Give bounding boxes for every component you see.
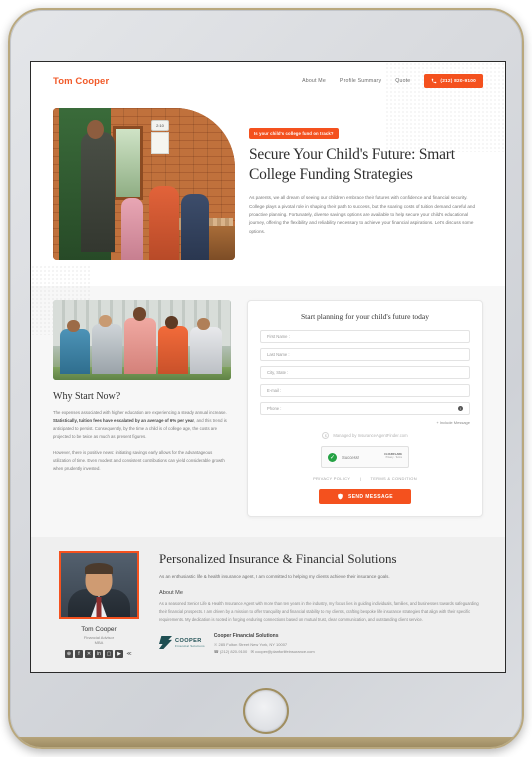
main-nav: About Me Profile Summary Quote (212) 820… xyxy=(302,74,483,88)
mail-icon: ✉ xyxy=(250,649,254,654)
phone-label: Phone : xyxy=(267,406,282,411)
instagram-icon[interactable]: ▢ xyxy=(105,650,113,658)
send-message-button[interactable]: SEND MESSAGE xyxy=(319,489,411,504)
share-icon[interactable]: ≪ xyxy=(125,650,133,658)
city-state-label: City, State : xyxy=(267,370,289,375)
why-paragraph-1: The expenses associated with higher educ… xyxy=(53,409,231,442)
info-icon[interactable]: i xyxy=(458,406,463,411)
phone-cta-button[interactable]: (212) 820-9100 xyxy=(424,74,483,88)
youtube-icon[interactable]: ▶ xyxy=(115,650,123,658)
cooper-logo-name: COOPER xyxy=(175,637,202,644)
managed-by-label: Managed by InsuranceAgentFinder.com xyxy=(333,433,408,438)
email-label: E-mail : xyxy=(267,388,282,393)
privacy-policy-link[interactable]: PRIVACY POLICY xyxy=(313,476,350,481)
managed-by-notice: $ Managed by InsuranceAgentFinder.com xyxy=(260,432,470,439)
include-message-toggle[interactable]: + Include Message xyxy=(260,420,470,425)
company-name: Cooper Financial Solutions xyxy=(213,633,279,639)
about-me-body: As a seasoned Senior Life & Health Insur… xyxy=(159,601,479,623)
about-section: Tom Cooper Financial Advisor MBA ⊕ f ✕ i… xyxy=(31,537,505,672)
company-phone-email: ☎ (212) 820-9100 ✉ cooper@planforlifeins… xyxy=(214,649,315,654)
phone-cta-label: (212) 820-9100 xyxy=(440,78,476,84)
hero-text-block: Is your child's college fund on track? S… xyxy=(249,108,483,260)
first-name-input[interactable]: First Name : xyxy=(260,330,470,343)
webpage: Tom Cooper About Me Profile Summary Quot… xyxy=(31,62,505,672)
hero-section: 2:10 Is your child's college fund on tra… xyxy=(31,100,505,335)
company-address-text: 285 Fulton Street New York, NY 10007 xyxy=(218,642,288,647)
send-message-label: SEND MESSAGE xyxy=(347,493,394,500)
check-icon: ✓ xyxy=(328,452,337,462)
why-p1-part-a: The expenses associated with higher educ… xyxy=(53,410,227,415)
last-name-input[interactable]: Last Name : xyxy=(260,348,470,361)
about-me-heading: About Me xyxy=(159,590,183,597)
shield-send-icon xyxy=(338,493,343,500)
why-start-now-title: Why Start Now? xyxy=(53,391,121,402)
lead-capture-form: Start planning for your child's future t… xyxy=(247,300,483,517)
form-legal-links: PRIVACY POLICY | TERMS & CONDITION xyxy=(260,476,470,481)
phone-icon: ☎ xyxy=(213,649,219,654)
form-title: Start planning for your child's future t… xyxy=(301,312,429,321)
shield-icon: $ xyxy=(322,432,330,439)
first-name-label: First Name : xyxy=(267,334,290,339)
solutions-title: Personalized Insurance & Financial Solut… xyxy=(159,551,397,566)
cooper-logo-sub: Financial Solutions xyxy=(175,643,205,648)
nav-item-profile-summary[interactable]: Profile Summary xyxy=(340,78,381,84)
why-p1-highlight: Statistically, tuition fees have escalat… xyxy=(53,418,195,424)
last-name-label: Last Name : xyxy=(267,352,290,357)
tablet-screen: Tom Cooper About Me Profile Summary Quot… xyxy=(30,61,506,673)
about-content: Personalized Insurance & Financial Solut… xyxy=(159,551,483,658)
hero-badge: Is your child's college fund on track? xyxy=(249,128,339,139)
company-email-text[interactable]: cooper@planforlifeinsurance.com xyxy=(255,649,315,654)
hero-title: Secure Your Child's Future: Smart Colleg… xyxy=(249,146,455,183)
students-group-image xyxy=(53,300,231,380)
email-input[interactable]: E-mail : xyxy=(260,384,470,397)
location-pin-icon: ☉ xyxy=(213,642,218,647)
x-twitter-icon[interactable]: ✕ xyxy=(85,650,93,658)
legal-divider: | xyxy=(359,476,362,481)
hero-body-text: As parents, we all dream of seeing our c… xyxy=(249,195,475,234)
terms-link[interactable]: TERMS & CONDITION xyxy=(370,476,416,481)
captcha-widget[interactable]: ✓ Success! CLOUDFLARE Privacy · Terms xyxy=(321,446,409,468)
facebook-icon[interactable]: f xyxy=(75,650,83,658)
brand-logo[interactable]: Tom Cooper xyxy=(53,76,109,87)
agent-profile-card: Tom Cooper Financial Advisor MBA ⊕ f ✕ i… xyxy=(53,551,145,658)
captcha-status: Success! xyxy=(342,454,359,460)
agent-credential: MBA xyxy=(94,640,104,645)
solutions-subtitle: As an enthusiastic life & health insuran… xyxy=(159,574,390,579)
cooper-mark-icon xyxy=(159,636,172,649)
hero-image-family-doorway: 2:10 xyxy=(53,108,235,260)
lead-form-column: Start planning for your child's future t… xyxy=(247,300,483,517)
company-address: ☉ 285 Fulton Street New York, NY 10007 xyxy=(214,642,315,647)
home-button[interactable] xyxy=(243,688,289,734)
company-phone-text[interactable]: (212) 820-9100 xyxy=(220,649,247,654)
globe-icon[interactable]: ⊕ xyxy=(65,650,73,658)
company-contact: Cooper Financial Solutions ☉ 285 Fulton … xyxy=(214,633,315,656)
captcha-logo-sub: Privacy · Terms xyxy=(385,456,402,460)
nav-item-about-me[interactable]: About Me xyxy=(302,78,326,84)
tablet-bottom-edge xyxy=(10,737,522,747)
planning-section: Why Start Now? The expenses associated w… xyxy=(31,286,505,537)
wall-clock-time: 2:10 xyxy=(151,120,169,131)
linkedin-icon[interactable]: in xyxy=(95,650,103,658)
captcha-logo: CLOUDFLARE Privacy · Terms xyxy=(384,453,402,460)
agent-photo xyxy=(59,551,139,619)
agent-name: Tom Cooper xyxy=(81,626,117,633)
cooper-logo: COOPER Financial Solutions xyxy=(159,636,205,649)
phone-icon xyxy=(432,78,437,84)
city-state-input[interactable]: City, State : xyxy=(260,366,470,379)
site-header: Tom Cooper About Me Profile Summary Quot… xyxy=(31,62,505,100)
phone-input[interactable]: Phone : i xyxy=(260,402,470,415)
why-paragraph-2: However, there is positive news: initiat… xyxy=(53,449,225,471)
tablet-frame: Tom Cooper About Me Profile Summary Quot… xyxy=(8,8,524,749)
why-start-now-column: Why Start Now? The expenses associated w… xyxy=(53,300,231,517)
social-links: ⊕ f ✕ in ▢ ▶ ≪ xyxy=(53,650,145,658)
nav-item-quote[interactable]: Quote xyxy=(395,78,410,84)
company-block: COOPER Financial Solutions Cooper Financ… xyxy=(159,633,483,656)
